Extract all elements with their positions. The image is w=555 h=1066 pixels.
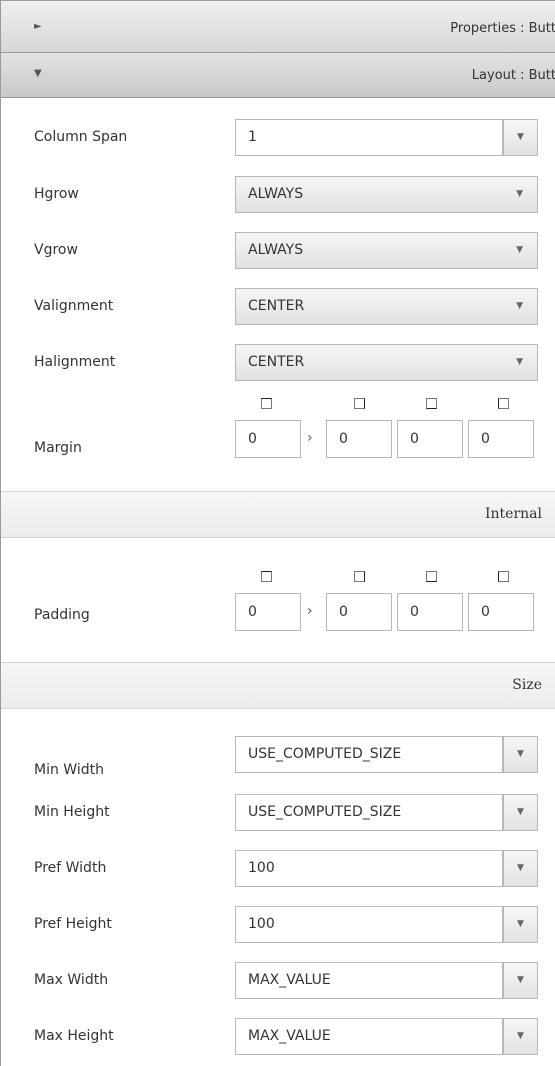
chevron-down-icon: ▼ — [517, 975, 524, 985]
padding-right-input[interactable]: 0 — [326, 593, 392, 631]
margin-top-input[interactable]: 0 — [235, 420, 301, 458]
pref-width-label: Pref Width — [34, 860, 107, 876]
halignment-label: Halignment — [34, 354, 116, 370]
chevron-down-icon: ▼ — [517, 132, 524, 142]
halignment-value: CENTER — [248, 354, 305, 370]
collapse-arrow-icon: ▼ — [34, 68, 42, 79]
pref-width-input[interactable]: 100 — [235, 850, 503, 887]
hgrow-select[interactable]: ALWAYS ▼ — [235, 176, 538, 213]
pref-height-dropdown-button[interactable]: ▼ — [503, 906, 538, 943]
max-height-label: Max Height — [34, 1028, 114, 1044]
max-height-dropdown-button[interactable]: ▼ — [503, 1018, 538, 1055]
hgrow-label: Hgrow — [34, 186, 79, 202]
right-side-icon — [354, 398, 365, 409]
chevron-down-icon: ▼ — [517, 749, 524, 759]
min-width-label: Min Width — [34, 762, 104, 778]
margin-right-input[interactable]: 0 — [326, 420, 392, 458]
margin-bottom-input[interactable]: 0 — [397, 420, 463, 458]
valignment-select[interactable]: CENTER ▼ — [235, 288, 538, 325]
min-height-input[interactable]: USE_COMPUTED_SIZE — [235, 794, 503, 831]
chevron-down-icon: ▼ — [517, 807, 524, 817]
bottom-side-icon — [426, 571, 437, 582]
bottom-side-icon — [426, 398, 437, 409]
max-width-label: Max Width — [34, 972, 109, 988]
layout-section-header[interactable]: ▼ Layout : Butt — [1, 53, 555, 98]
padding-bottom-input[interactable]: 0 — [397, 593, 463, 631]
properties-title: Properties : Butt — [450, 21, 555, 36]
chevron-down-icon: ▼ — [516, 301, 523, 311]
size-section-header: Size — [1, 662, 555, 709]
chevron-right-icon[interactable]: › — [307, 430, 313, 446]
column-span-input[interactable]: 1 — [235, 119, 503, 156]
hgrow-value: ALWAYS — [248, 186, 304, 202]
chevron-down-icon: ▼ — [516, 189, 523, 199]
margin-label: Margin — [34, 440, 82, 456]
expand-arrow-icon: ► — [34, 21, 42, 32]
top-side-icon — [261, 398, 272, 409]
min-width-dropdown-button[interactable]: ▼ — [503, 736, 538, 773]
inspector-panel: ► Properties : Butt ▼ Layout : Butt Colu… — [0, 0, 555, 1066]
margin-left-input[interactable]: 0 — [468, 420, 534, 458]
pref-height-input[interactable]: 100 — [235, 906, 503, 943]
vgrow-label: Vgrow — [34, 242, 78, 258]
padding-top-input[interactable]: 0 — [235, 593, 301, 631]
valignment-label: Valignment — [34, 298, 114, 314]
chevron-down-icon: ▼ — [517, 919, 524, 929]
chevron-down-icon: ▼ — [517, 1031, 524, 1041]
min-height-label: Min Height — [34, 804, 110, 820]
min-width-input[interactable]: USE_COMPUTED_SIZE — [235, 736, 503, 773]
chevron-down-icon: ▼ — [516, 357, 523, 367]
properties-section-header[interactable]: ► Properties : Butt — [1, 0, 555, 53]
vgrow-value: ALWAYS — [248, 242, 304, 258]
max-height-input[interactable]: MAX_VALUE — [235, 1018, 503, 1055]
vgrow-select[interactable]: ALWAYS ▼ — [235, 232, 538, 269]
chevron-down-icon: ▼ — [516, 245, 523, 255]
halignment-select[interactable]: CENTER ▼ — [235, 344, 538, 381]
max-width-input[interactable]: MAX_VALUE — [235, 962, 503, 999]
size-section-label: Size — [512, 677, 542, 693]
valignment-value: CENTER — [248, 298, 305, 314]
min-height-dropdown-button[interactable]: ▼ — [503, 794, 538, 831]
left-side-icon — [498, 398, 509, 409]
chevron-right-icon[interactable]: › — [307, 603, 313, 619]
column-span-dropdown-button[interactable]: ▼ — [503, 119, 538, 156]
column-span-label: Column Span — [34, 129, 128, 145]
padding-left-input[interactable]: 0 — [468, 593, 534, 631]
chevron-down-icon: ▼ — [517, 863, 524, 873]
internal-section-label: Internal — [485, 506, 542, 522]
max-width-dropdown-button[interactable]: ▼ — [503, 962, 538, 999]
internal-section-header: Internal — [1, 491, 555, 538]
left-side-icon — [498, 571, 509, 582]
pref-width-dropdown-button[interactable]: ▼ — [503, 850, 538, 887]
padding-label: Padding — [34, 607, 90, 623]
pref-height-label: Pref Height — [34, 916, 112, 932]
layout-title: Layout : Butt — [471, 68, 555, 83]
top-side-icon — [261, 571, 272, 582]
right-side-icon — [354, 571, 365, 582]
